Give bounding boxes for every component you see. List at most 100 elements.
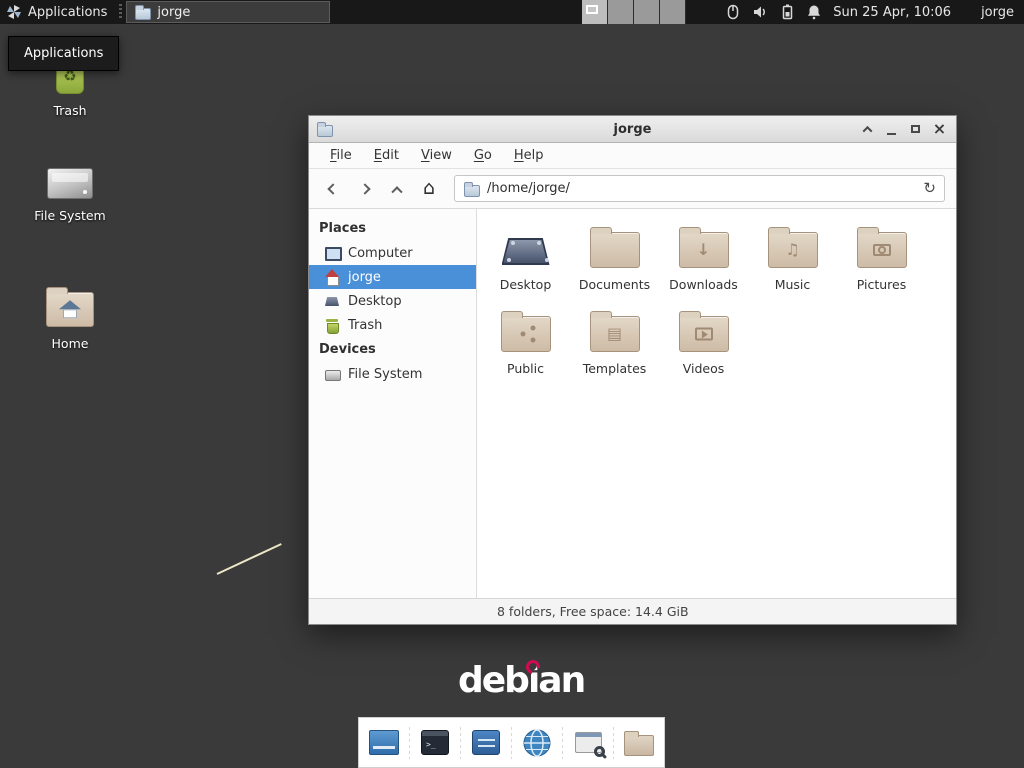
file-label: Pictures (857, 277, 907, 292)
applications-tooltip: Applications (8, 36, 119, 71)
titlebar[interactable]: jorge × (309, 116, 956, 143)
file-item-music[interactable]: Music (748, 224, 837, 292)
file-label: Desktop (500, 277, 552, 292)
window-controls: × (858, 120, 949, 139)
dock-file-manager[interactable] (619, 723, 659, 763)
location-bar[interactable]: /home/jorge/ ↻ (454, 175, 945, 202)
dock-separator (613, 727, 614, 759)
file-item-downloads[interactable]: Downloads (659, 224, 748, 292)
sidebar-item-label: Trash (348, 318, 382, 333)
workspace-4[interactable] (660, 0, 686, 24)
desktop-icon-file-system[interactable]: File System (10, 168, 130, 223)
house-icon (59, 300, 81, 318)
mouse-settings-icon[interactable] (724, 3, 742, 21)
workspace-3[interactable] (634, 0, 660, 24)
places-header: Places (309, 216, 476, 241)
file-item-pictures[interactable]: Pictures (837, 224, 926, 292)
toolbar: ⌂ /home/jorge/ ↻ (309, 169, 956, 209)
recycle-icon: ♻ (63, 69, 76, 84)
dock-separator (511, 727, 512, 759)
file-item-templates[interactable]: Templates (570, 308, 659, 376)
file-item-desktop[interactable]: Desktop (481, 224, 570, 292)
forward-icon (359, 183, 370, 194)
desktop: Applications jorge (0, 0, 1024, 768)
minimize-button[interactable] (882, 120, 901, 139)
folder-icon (768, 232, 818, 268)
workspace-2[interactable] (608, 0, 634, 24)
emblem-share-icon (520, 332, 525, 337)
up-button[interactable] (384, 176, 410, 202)
terminal-icon: >_ (421, 730, 449, 755)
forward-button[interactable] (352, 176, 378, 202)
file-item-public[interactable]: Public (481, 308, 570, 376)
maximize-button[interactable] (906, 120, 925, 139)
dock-separator (409, 727, 410, 759)
folder-icon (679, 232, 729, 268)
web-browser-globe-icon (522, 728, 552, 758)
desktop-icon-home[interactable]: Home (10, 292, 130, 351)
folder-icon (590, 316, 640, 352)
volume-icon[interactable] (751, 3, 769, 21)
sidebar-item-trash[interactable]: Trash (309, 313, 476, 337)
sidebar-item-file-system[interactable]: File System (309, 362, 476, 386)
notifications-bell-icon[interactable] (805, 3, 823, 21)
file-tools-icon (472, 730, 500, 755)
applications-label: Applications (28, 5, 107, 20)
trash-icon (324, 317, 340, 333)
taskbar-window-label: jorge (157, 5, 190, 20)
battery-icon[interactable] (778, 3, 796, 21)
dock-web-browser[interactable] (517, 723, 557, 763)
dock-separator (460, 727, 461, 759)
emblem-templates-icon (607, 326, 622, 342)
desktop-icon-label: File System (34, 208, 106, 223)
file-label: Music (775, 277, 811, 292)
applications-icon (6, 4, 22, 20)
panel-username[interactable]: jorge (981, 5, 1014, 20)
file-grid: Desktop Documents Downloads Music Pictures Pu… (477, 209, 956, 598)
desktop-icon (324, 293, 340, 309)
window-body: Places ComputerjorgeDesktopTrash Devices… (309, 209, 956, 598)
workspace-1[interactable] (582, 0, 608, 24)
dock-file-tools[interactable] (466, 723, 506, 763)
dock-app-finder[interactable] (568, 723, 608, 763)
close-button[interactable]: × (930, 120, 949, 139)
menubar: FileEditViewGoHelp (309, 143, 956, 169)
emblem-camera-icon (873, 244, 891, 256)
shade-button[interactable] (858, 120, 877, 139)
dock-show-desktop[interactable] (364, 723, 404, 763)
desktop-surface-icon (502, 238, 550, 265)
computer-icon (324, 245, 340, 261)
file-item-documents[interactable]: Documents (570, 224, 659, 292)
menu-help[interactable]: Help (503, 145, 555, 166)
taskbar-window-button[interactable]: jorge (126, 1, 330, 23)
panel-clock[interactable]: Sun 25 Apr, 10:06 (833, 5, 951, 20)
home-icon: ⌂ (423, 179, 435, 198)
home-button[interactable]: ⌂ (416, 176, 442, 202)
sidebar-item-jorge[interactable]: jorge (309, 265, 476, 289)
folder-icon (679, 316, 729, 352)
dock-separator (562, 727, 563, 759)
window-folder-icon (134, 4, 150, 20)
sidebar-item-desktop[interactable]: Desktop (309, 289, 476, 313)
emblem-music-icon (785, 242, 799, 258)
menu-go[interactable]: Go (463, 145, 503, 166)
sidebar-item-computer[interactable]: Computer (309, 241, 476, 265)
window-icon (316, 121, 332, 137)
menu-view[interactable]: View (410, 145, 463, 166)
file-label: Public (507, 361, 544, 376)
sidebar-item-label: Desktop (348, 294, 402, 309)
file-item-videos[interactable]: Videos (659, 308, 748, 376)
menu-file[interactable]: File (319, 145, 363, 166)
applications-menu-button[interactable]: Applications (0, 0, 117, 24)
devices-list: File System (309, 362, 476, 386)
location-path: /home/jorge/ (487, 181, 570, 196)
menu-edit[interactable]: Edit (363, 145, 410, 166)
file-label: Videos (683, 361, 725, 376)
reload-button[interactable]: ↻ (923, 181, 936, 196)
file-label: Documents (579, 277, 650, 292)
file-label: Templates (583, 361, 647, 376)
dock-terminal[interactable]: >_ (415, 723, 455, 763)
drive-icon (47, 168, 93, 199)
folder-icon (501, 316, 551, 352)
back-button[interactable] (320, 176, 346, 202)
